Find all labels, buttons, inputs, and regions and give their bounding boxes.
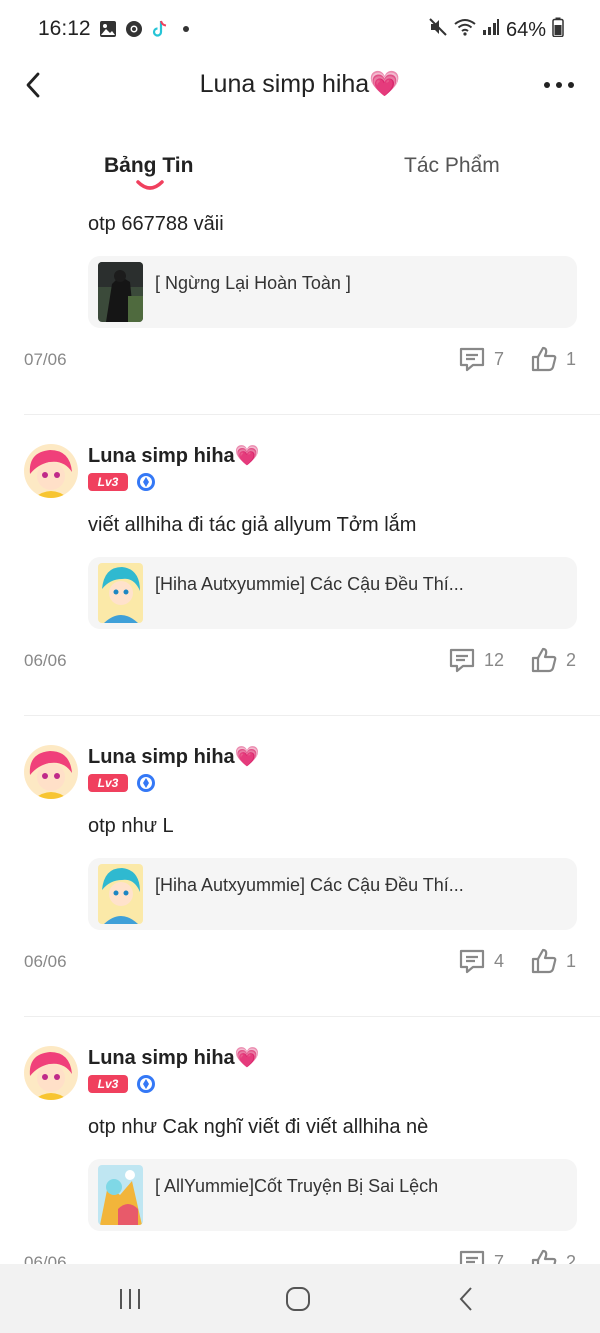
- home-icon: [286, 1287, 310, 1311]
- system-back-button[interactable]: [446, 1282, 486, 1316]
- battery-percent: 64%: [505, 18, 546, 41]
- comment-button[interactable]: 4: [458, 947, 504, 975]
- work-cover-thumbnail: [98, 864, 143, 924]
- author-badges: Lv3: [88, 472, 156, 492]
- post-divider: [24, 1016, 600, 1017]
- like-button[interactable]: 1: [530, 947, 576, 975]
- work-cover-thumbnail: [98, 262, 143, 322]
- post-divider: [24, 715, 600, 716]
- comment-icon: [459, 949, 485, 974]
- like-button[interactable]: 2: [530, 646, 576, 674]
- active-tab-indicator: [136, 180, 164, 190]
- post-date: 06/06: [24, 952, 67, 971]
- profile-tabs: Bảng Tin Tác Phẩm: [0, 150, 600, 200]
- post-date: 06/06: [24, 651, 67, 670]
- battery-icon: [552, 17, 564, 43]
- thumbs-up-icon: [531, 647, 557, 673]
- author-name[interactable]: Luna simp hiha💗: [88, 744, 260, 769]
- verified-badge-icon: [137, 473, 155, 491]
- work-title: [ Ngừng Lại Hoàn Toàn ]: [155, 273, 351, 293]
- thumbs-up-icon: [531, 346, 557, 372]
- comment-count: 7: [493, 348, 504, 369]
- post-text: otp như L: [88, 815, 174, 837]
- post-actions: 12 2: [422, 646, 576, 674]
- more-horizontal-icon: [544, 82, 574, 88]
- linked-work-card[interactable]: [ AllYummie]Cốt Truyện Bị Sai Lệch: [88, 1159, 577, 1231]
- status-time: 16:12: [38, 17, 91, 40]
- page-title: Luna simp hiha💗: [199, 70, 401, 98]
- avatar[interactable]: [24, 444, 78, 498]
- back-arrow-icon: [459, 1287, 472, 1311]
- like-count: 1: [565, 348, 576, 369]
- avatar[interactable]: [24, 745, 78, 799]
- comment-button[interactable]: 7: [458, 345, 504, 373]
- linked-work-card[interactable]: [Hiha Autxyummie] Các Cậu Đều Thí...: [88, 557, 577, 629]
- comment-button[interactable]: 12: [448, 646, 504, 674]
- post-actions: 4 1: [432, 947, 576, 975]
- author-name[interactable]: Luna simp hiha💗: [88, 1045, 260, 1070]
- work-title: [ AllYummie]Cốt Truyện Bị Sai Lệch: [155, 1176, 439, 1196]
- recent-apps-button[interactable]: [110, 1282, 150, 1316]
- signal-icon: [482, 18, 500, 42]
- work-title: [Hiha Autxyummie] Các Cậu Đều Thí...: [155, 875, 464, 895]
- verified-badge-icon: [137, 1075, 155, 1093]
- home-button[interactable]: [278, 1282, 318, 1316]
- recent-apps-icon: [120, 1289, 140, 1309]
- linked-work-card[interactable]: [ Ngừng Lại Hoàn Toàn ]: [88, 256, 577, 328]
- wifi-icon: [454, 18, 476, 42]
- status-bar: 16:12 64%: [0, 0, 600, 58]
- linked-work-card[interactable]: [Hiha Autxyummie] Các Cậu Đều Thí...: [88, 858, 577, 930]
- like-count: 1: [565, 950, 576, 971]
- verified-badge-icon: [137, 774, 155, 792]
- comment-icon: [459, 347, 485, 372]
- post-actions: 7 1: [432, 345, 576, 373]
- work-cover-thumbnail: [98, 1165, 143, 1225]
- tiktok-icon: [150, 19, 170, 39]
- avatar[interactable]: [24, 1046, 78, 1100]
- mute-icon: [428, 17, 448, 43]
- author-badges: Lv3: [88, 773, 156, 793]
- system-nav-bar: [0, 1264, 600, 1333]
- post-text: otp 667788 vãii: [88, 213, 224, 235]
- notification-icons: [98, 19, 196, 39]
- comment-count: 4: [493, 950, 504, 971]
- work-cover-thumbnail: [98, 563, 143, 623]
- system-indicators: 64%: [428, 17, 564, 43]
- level-badge: Lv3: [88, 1075, 128, 1093]
- chrome-icon: [124, 19, 144, 39]
- author-badges: Lv3: [88, 1074, 156, 1094]
- comment-icon: [449, 648, 475, 673]
- work-title: [Hiha Autxyummie] Các Cậu Đều Thí...: [155, 574, 464, 594]
- like-button[interactable]: 1: [530, 345, 576, 373]
- author-name[interactable]: Luna simp hiha💗: [88, 443, 260, 468]
- thumbs-up-icon: [531, 948, 557, 974]
- post-text: otp như Cak nghĩ viết đi viết allhiha nè: [88, 1116, 429, 1138]
- level-badge: Lv3: [88, 774, 128, 792]
- post-text: viết allhiha đi tác giả allyum Tởm lắm: [88, 514, 417, 536]
- more-options-button[interactable]: [542, 72, 576, 98]
- gallery-icon: [98, 19, 118, 39]
- tab-feed[interactable]: Bảng Tin: [104, 154, 193, 178]
- level-badge: Lv3: [88, 473, 128, 491]
- app-header: Luna simp hiha💗: [0, 58, 600, 110]
- comment-count: 12: [483, 649, 504, 670]
- dot-icon: [176, 19, 196, 39]
- post-divider: [24, 414, 600, 415]
- like-count: 2: [565, 649, 576, 670]
- tab-works[interactable]: Tác Phẩm: [404, 154, 500, 178]
- post-date: 07/06: [24, 350, 67, 369]
